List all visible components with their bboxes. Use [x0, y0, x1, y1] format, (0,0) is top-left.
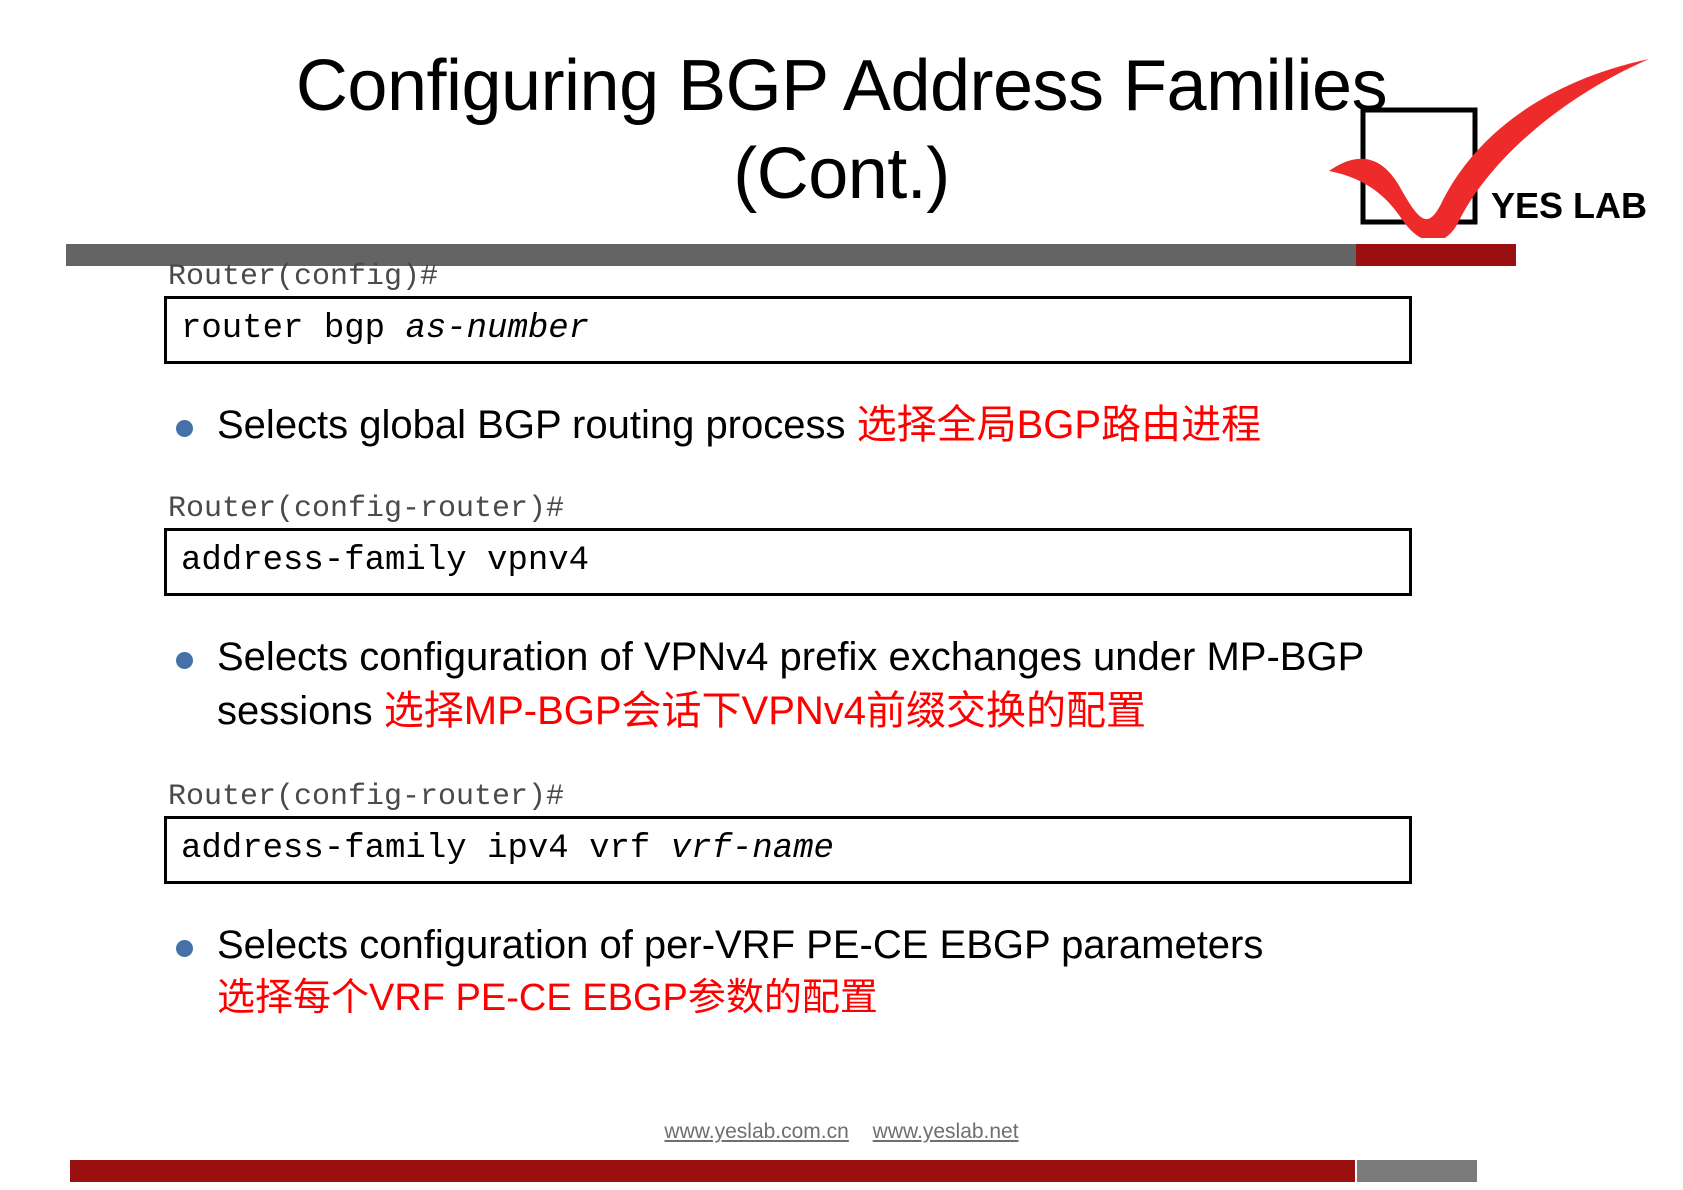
command-keyword-2: address-family vpnv4 — [181, 542, 590, 580]
bullet-dot-icon-1 — [176, 420, 193, 437]
bullet-text-3: Selects configuration of per-VRF PE-CE E… — [217, 918, 1263, 1024]
bullet-dot-icon-2 — [176, 652, 193, 669]
cli-prompt-2: Router(config-router)# — [168, 492, 565, 526]
bullet-text-1: Selects global BGP routing process 选择全局B… — [217, 398, 1261, 452]
slide-content: Router(config)# router bgp as-number Sel… — [0, 258, 1683, 1024]
bullet-text-cn-2: 选择MP-BGP会话下VPNv4前缀交换的配置 — [383, 689, 1147, 733]
command-keyword-3: address-family ipv4 vrf — [181, 830, 671, 868]
bullet-item-1: Selects global BGP routing process 选择全局B… — [176, 398, 1476, 452]
command-param-3: vrf-name — [670, 830, 834, 868]
command-text-3: address-family ipv4 vrf vrf-name — [181, 827, 1409, 871]
footer-link-yeslab-com-cn[interactable]: www.yeslab.com.cn — [664, 1120, 848, 1143]
bullet-text-2: Selects configuration of VPNv4 prefix ex… — [217, 630, 1476, 738]
bullet-item-2: Selects configuration of VPNv4 prefix ex… — [176, 630, 1476, 738]
footer-divider-red-segment — [70, 1160, 1355, 1182]
footer-link-yeslab-net[interactable]: www.yeslab.net — [873, 1120, 1019, 1143]
bullet-text-en-3: Selects configuration of per-VRF PE-CE E… — [217, 923, 1264, 967]
bullet-text-en-1: Selects global BGP routing process — [217, 403, 857, 447]
footer-divider-bar — [70, 1160, 1615, 1182]
command-box-1: router bgp as-number — [164, 296, 1412, 364]
cli-prompt-1: Router(config)# — [168, 260, 439, 294]
yeslab-logo-graphic: YES LAB — [1329, 59, 1649, 238]
yeslab-logo: YES LAB — [1325, 58, 1655, 238]
command-text-1: router bgp as-number — [181, 307, 1409, 351]
command-box-2: address-family vpnv4 — [164, 528, 1412, 596]
footer-links: www.yeslab.com.cn www.yeslab.net — [0, 1120, 1683, 1144]
bullet-item-3: Selects configuration of per-VRF PE-CE E… — [176, 918, 1476, 1024]
cli-prompt-3: Router(config-router)# — [168, 780, 565, 814]
command-text-2: address-family vpnv4 — [181, 539, 1409, 583]
bullet-text-cn-1: 选择全局BGP路由进程 — [856, 403, 1262, 447]
command-param-1: as-number — [405, 310, 590, 348]
logo-wordmark: YES LAB — [1491, 185, 1647, 226]
bullet-text-cn-3: 选择每个VRF PE-CE EBGP参数的配置 — [217, 977, 878, 1019]
bullet-dot-icon-3 — [176, 940, 193, 957]
footer-divider-gray-segment — [1357, 1160, 1477, 1182]
command-box-3: address-family ipv4 vrf vrf-name — [164, 816, 1412, 884]
command-keyword-1: router bgp — [181, 310, 406, 348]
